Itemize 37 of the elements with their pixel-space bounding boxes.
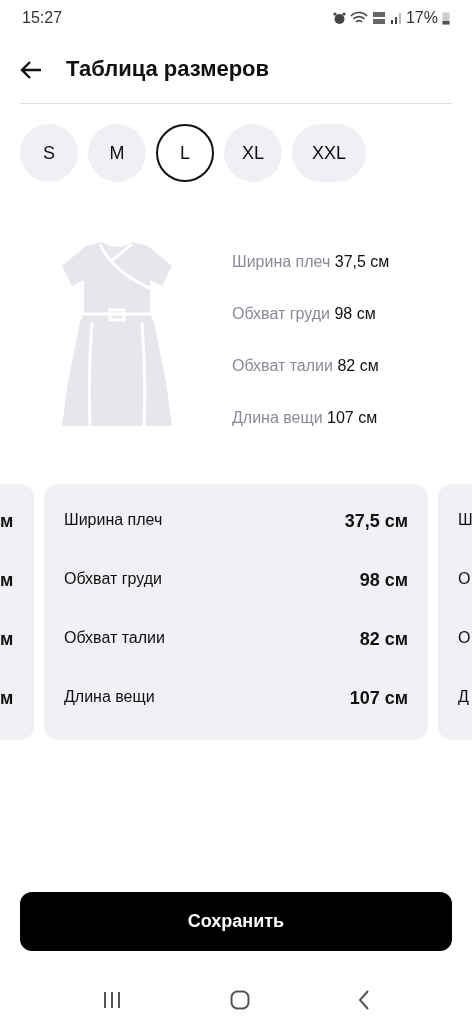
measurement-label: Длина вещи — [64, 687, 155, 707]
recent-apps-icon[interactable] — [102, 991, 122, 1009]
size-option[interactable]: XXL — [292, 124, 366, 182]
measurement-label: Обхват талии — [64, 628, 165, 648]
measurement-label: Д — [458, 687, 469, 707]
size-option[interactable]: XL — [224, 124, 282, 182]
size-option[interactable]: M — [88, 124, 146, 182]
status-time: 15:27 — [22, 8, 63, 28]
measurement-value: м — [0, 510, 14, 533]
measurement-value: 37,5 см — [344, 510, 408, 533]
size-option[interactable]: L — [156, 124, 214, 182]
measurement-value: м — [0, 569, 14, 592]
measurement-text: Обхват талии 82 см — [232, 356, 380, 376]
measurement-label: О — [458, 628, 471, 648]
measurement-text: Обхват груди 98 см — [232, 304, 377, 324]
page-title: Таблица размеров — [66, 56, 270, 83]
back-arrow-icon[interactable] — [20, 59, 42, 80]
measurement-value: м — [0, 628, 14, 651]
measurement-value: м — [0, 687, 14, 710]
home-icon[interactable] — [230, 990, 250, 1010]
wifi-icon — [349, 11, 368, 25]
measurement-value: 82 см — [359, 628, 408, 651]
measurement-value: 98 см — [359, 569, 408, 592]
measurement-value: 107 см — [349, 687, 408, 710]
alarm-icon — [332, 11, 346, 25]
battery-percent: 17% — [405, 8, 438, 28]
signal-icon — [389, 12, 402, 24]
measurement-label: О — [458, 569, 471, 589]
size-option[interactable]: S — [20, 124, 78, 182]
measurement-text: Длина вещи 107 см — [232, 408, 379, 428]
measurement-label: Ширина плеч — [64, 510, 163, 530]
back-icon[interactable] — [358, 990, 370, 1010]
battery-icon — [442, 11, 450, 25]
measurement-label: Обхват груди — [64, 569, 162, 589]
measurement-label: Ш — [458, 510, 472, 530]
measurement-text: Ширина плеч 37,5 см — [232, 252, 390, 272]
save-button[interactable]: Сохранить — [20, 892, 452, 951]
